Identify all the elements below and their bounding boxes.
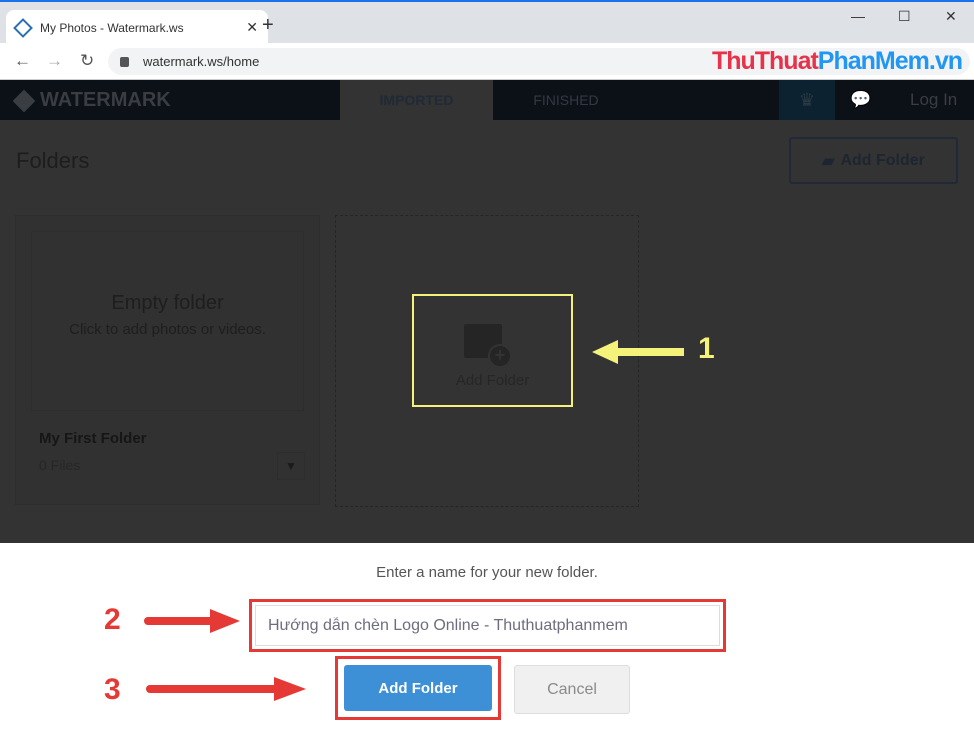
url-text: watermark.ws/home — [143, 54, 260, 69]
step-label-2: 2 — [104, 603, 121, 636]
app-logo[interactable]: WATERMARK — [12, 89, 171, 112]
add-folder-button[interactable]: ▰ Add Folder — [789, 137, 958, 184]
caret-down-icon: ▼ — [285, 459, 297, 473]
folder-count: 0 Files — [39, 457, 81, 473]
page-title: Folders — [16, 148, 90, 173]
folder-name: My First Folder — [39, 430, 147, 447]
browser-titlebar: My Photos - Watermark.ws ✕ + — ☐ ✕ — [0, 0, 974, 45]
folder-name-input[interactable] — [255, 605, 720, 646]
address-bar-row: ← → ↻ watermark.ws/home ThuThuatPhanMem.… — [0, 43, 974, 80]
app-navbar: WATERMARK IMPORTED FINISHED ♛ 💬 Log In — [0, 80, 974, 120]
new-folder-dialog: Enter a name for your new folder. Add Fo… — [0, 543, 974, 730]
tab-title: My Photos - Watermark.ws — [40, 20, 184, 35]
folder-plus-icon: ▰ — [822, 152, 835, 170]
close-window-icon[interactable]: ✕ — [945, 8, 957, 25]
folder-plus-icon: + — [464, 324, 512, 368]
cancel-button[interactable]: Cancel — [514, 665, 630, 714]
new-tab-icon[interactable]: + — [262, 14, 274, 37]
tab-finished[interactable]: FINISHED — [506, 80, 626, 120]
arrow-left-icon — [592, 340, 684, 364]
arrow-right-icon — [144, 609, 240, 633]
lock-icon — [120, 56, 129, 67]
folder-menu-button[interactable]: ▼ — [277, 452, 305, 480]
back-icon[interactable]: ← — [14, 51, 31, 71]
tab-imported[interactable]: IMPORTED — [340, 80, 493, 120]
arrow-right-icon — [146, 677, 306, 701]
highlight-box-3: Add Folder — [335, 656, 501, 720]
dialog-prompt: Enter a name for your new folder. — [376, 564, 598, 581]
folder-dropzone[interactable]: Empty folder Click to add photos or vide… — [31, 231, 304, 411]
empty-subtitle: Click to add photos or videos. — [69, 321, 266, 338]
highlight-box-1: + Add Folder — [412, 294, 573, 407]
add-folder-tile-label: Add Folder — [455, 372, 530, 389]
maximize-icon[interactable]: ☐ — [898, 8, 911, 25]
reload-icon[interactable]: ↻ — [80, 51, 94, 71]
empty-title: Empty folder — [111, 292, 224, 314]
folder-card[interactable]: Empty folder Click to add photos or vide… — [15, 215, 320, 505]
minimize-icon[interactable]: — — [851, 8, 865, 24]
step-label-3: 3 — [104, 673, 121, 706]
crown-icon[interactable]: ♛ — [779, 80, 835, 120]
browser-tab[interactable]: My Photos - Watermark.ws ✕ — [6, 10, 268, 45]
logo-icon — [12, 89, 36, 112]
confirm-add-folder-button[interactable]: Add Folder — [344, 665, 492, 711]
chat-icon[interactable]: 💬 — [850, 90, 871, 110]
watermark-logo: ThuThuatPhanMem.vn — [711, 47, 963, 75]
watermark-favicon-icon — [13, 17, 33, 38]
step-label-1: 1 — [698, 332, 715, 365]
close-tab-icon[interactable]: ✕ — [246, 19, 258, 36]
login-link[interactable]: Log In — [910, 90, 957, 110]
forward-icon[interactable]: → — [46, 51, 63, 71]
highlight-box-2 — [249, 599, 726, 652]
